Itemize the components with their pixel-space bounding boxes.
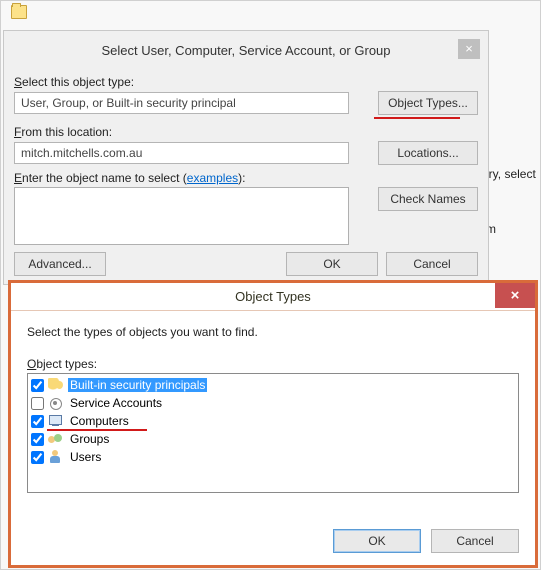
cancel-button[interactable]: Cancel <box>431 529 519 553</box>
list-item[interactable]: Users <box>31 448 515 466</box>
dialog-message: Select the types of objects you want to … <box>27 325 519 339</box>
location-field <box>14 142 349 164</box>
object-types-button[interactable]: Object Types... <box>378 91 478 115</box>
ok-button[interactable]: OK <box>333 529 421 553</box>
object-types-list[interactable]: Built-in security principals Service Acco… <box>27 373 519 493</box>
user-icon <box>48 450 64 464</box>
check-names-button[interactable]: Check Names <box>378 187 478 211</box>
list-item[interactable]: Computers <box>31 412 515 430</box>
examples-link[interactable]: examples <box>187 171 238 185</box>
titlebar: Object Types × <box>11 283 535 311</box>
list-item-checkbox[interactable] <box>31 415 44 428</box>
list-item-checkbox[interactable] <box>31 433 44 446</box>
groups-icon <box>48 432 64 446</box>
close-icon[interactable]: × <box>495 283 535 308</box>
list-item[interactable]: Built-in security principals <box>31 376 515 394</box>
cancel-button[interactable]: Cancel <box>386 252 478 276</box>
object-type-label: Select this object type: <box>14 75 478 89</box>
annotation-underline <box>374 117 460 119</box>
list-item-label: Service Accounts <box>68 396 164 410</box>
ok-button[interactable]: OK <box>286 252 378 276</box>
locations-button[interactable]: Locations... <box>378 141 478 165</box>
object-types-dialog: Object Types × Select the types of objec… <box>8 280 538 568</box>
list-item-label: Groups <box>68 432 111 446</box>
dialog-title: Select User, Computer, Service Account, … <box>4 43 488 58</box>
select-object-dialog: Select User, Computer, Service Account, … <box>3 30 489 285</box>
list-item-checkbox[interactable] <box>31 397 44 410</box>
list-item-checkbox[interactable] <box>31 451 44 464</box>
computer-icon <box>48 414 64 428</box>
list-label: Object types: <box>27 357 519 371</box>
principal-icon <box>48 378 64 392</box>
folder-icon <box>11 5 27 19</box>
object-name-input[interactable] <box>14 187 349 245</box>
location-label: From this location: <box>14 125 478 139</box>
close-icon[interactable]: × <box>458 39 480 59</box>
enter-name-label: Enter the object name to select (example… <box>14 171 478 185</box>
list-item[interactable]: Groups <box>31 430 515 448</box>
list-item[interactable]: Service Accounts <box>31 394 515 412</box>
list-item-checkbox[interactable] <box>31 379 44 392</box>
advanced-button[interactable]: Advanced... <box>14 252 106 276</box>
list-item-label: Computers <box>68 414 131 428</box>
object-type-field <box>14 92 349 114</box>
dialog-title: Object Types <box>11 289 535 304</box>
list-item-label: Users <box>68 450 103 464</box>
service-icon <box>48 396 64 410</box>
list-item-label: Built-in security principals <box>68 378 207 392</box>
